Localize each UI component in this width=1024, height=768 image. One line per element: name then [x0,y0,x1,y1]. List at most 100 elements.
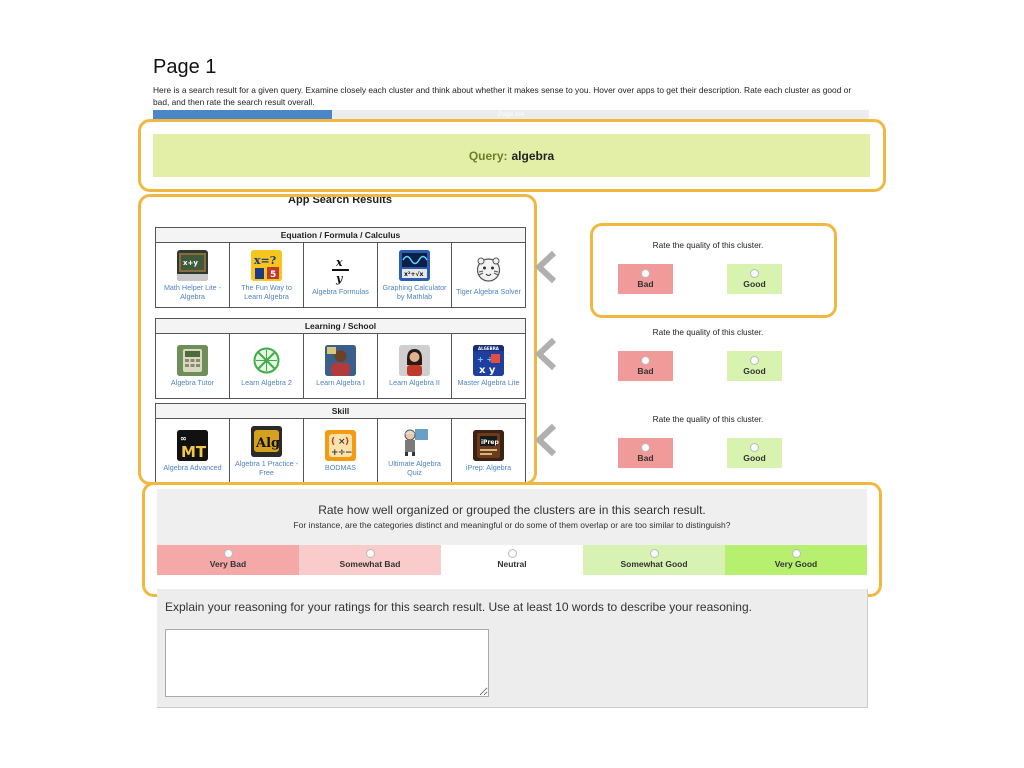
radio-icon[interactable] [365,549,375,558]
chevron-left-icon [534,337,556,371]
mt-logo-icon: ∞ MT [177,430,208,461]
query-value: algebra [511,148,555,163]
app-name[interactable]: Learn Algebra I [314,378,367,387]
app-cell[interactable]: ∞ MT Algebra Advanced [156,419,230,483]
app-name[interactable]: Math Helper Lite - Algebra [156,283,229,301]
app-cell[interactable]: x=? 5 The Fun Way to Learn Algebra [230,243,304,307]
rating-scale: Very Bad Somewhat Bad Neutral Somewhat G… [157,545,867,575]
reasoning-textarea[interactable] [165,629,489,697]
scale-label: Somewhat Good [620,559,688,569]
good-button[interactable]: Good [727,264,782,294]
alg-badge-icon: Alg [251,425,282,457]
app-name[interactable]: Master Algebra Lite [456,378,522,387]
cluster-rating-2: Rate the quality of this cluster. Bad Go… [600,327,830,387]
radio-icon[interactable] [507,549,517,558]
radio-icon[interactable] [223,549,233,558]
overall-rating-panel: Rate how well organized or grouped the c… [157,489,867,575]
cluster-rating-1: Rate the quality of this cluster. Bad Go… [600,240,830,300]
bad-label: Bad [637,366,654,376]
cluster-skill: Skill ∞ MT Algebra Advanced Alg Algebra 1… [155,403,526,484]
svg-text:+ ÷: + ÷ [477,355,493,364]
svg-text:Alg: Alg [255,436,280,451]
bad-button[interactable]: Bad [618,351,673,381]
reasoning-panel: Explain your reasoning for your ratings … [157,589,868,708]
app-cell[interactable]: Ultimate Algebra Quiz [378,419,452,483]
app-cell[interactable]: Learn Algebra 2 [230,334,304,398]
cluster-heading: Skill [156,404,525,419]
overall-rating-subtitle: For instance, are the categories distinc… [293,520,731,530]
scale-label: Neutral [497,559,527,569]
app-cell[interactable]: ALGEBRA + ÷ x y Master Algebra Lite [452,334,525,398]
app-cell[interactable]: x+y Math Helper Lite - Algebra [156,243,230,307]
instructions-text: Here is a search result for a given quer… [153,85,852,107]
chevron-left-icon [534,250,556,284]
app-cell[interactable]: x²+√x Graphing Calculator by Mathlab [378,243,452,307]
scale-option-somewhat-bad[interactable]: Somewhat Bad [299,545,441,575]
radio-icon[interactable] [641,269,650,278]
app-name[interactable]: Tiger Algebra Solver [454,287,523,296]
rating-caption: Rate the quality of this cluster. [652,327,764,337]
tiger-icon [473,254,504,285]
good-label: Good [743,366,766,376]
scale-option-very-bad[interactable]: Very Bad [157,545,299,575]
app-name[interactable]: Graphing Calculator by Mathlab [378,283,451,301]
reasoning-label: Explain your reasoning for your ratings … [165,600,752,614]
progress-bar: Page 1/4 [153,110,869,119]
app-name[interactable]: BODMAS [323,463,358,472]
svg-text:−: − [345,448,353,458]
scale-option-very-good[interactable]: Very Good [725,545,867,575]
cluster-heading: Equation / Formula / Calculus [156,228,525,243]
svg-text:MT: MT [181,443,207,461]
radio-icon[interactable] [750,356,759,365]
app-name[interactable]: Ultimate Algebra Quiz [378,459,451,477]
svg-text:x+y: x+y [183,259,198,267]
svg-text:5: 5 [270,270,276,280]
scale-option-somewhat-good[interactable]: Somewhat Good [583,545,725,575]
book-icon: iPrep [473,430,504,461]
app-name[interactable]: Algebra 1 Practice - Free [230,459,303,477]
app-cell[interactable]: (×) + ÷ − BODMAS [304,419,378,483]
chalkboard-icon: x+y [177,249,208,281]
app-cell[interactable]: iPrep iPrep: Algebra [452,419,525,483]
calculator-icon [177,345,208,376]
good-button[interactable]: Good [727,351,782,381]
app-name[interactable]: Learn Algebra II [387,378,442,387]
app-cell[interactable]: Learn Algebra I [304,334,378,398]
svg-text:(: ( [331,437,335,447]
app-name[interactable]: Learn Algebra 2 [239,378,294,387]
radio-icon[interactable] [641,443,650,452]
svg-text:iPrep: iPrep [481,439,499,446]
app-name[interactable]: Algebra Advanced [161,463,223,472]
bad-button[interactable]: Bad [618,264,673,294]
app-cell[interactable]: xy Algebra Formulas [304,243,378,307]
bad-label: Bad [637,453,654,463]
radio-icon[interactable] [649,549,659,558]
cluster-heading: Learning / School [156,319,525,334]
app-name[interactable]: Algebra Formulas [310,287,371,296]
svg-text:x y: x y [479,365,496,376]
rating-caption: Rate the quality of this cluster. [652,414,764,424]
bad-label: Bad [637,279,654,289]
svg-text:x=?: x=? [254,254,276,267]
radio-icon[interactable] [791,549,801,558]
app-name[interactable]: iPrep: Algebra [464,463,513,472]
app-name[interactable]: Algebra Tutor [169,378,216,387]
good-button[interactable]: Good [727,438,782,468]
good-label: Good [743,453,766,463]
radio-icon[interactable] [641,356,650,365]
good-label: Good [743,279,766,289]
bad-button[interactable]: Bad [618,438,673,468]
scale-option-neutral[interactable]: Neutral [441,545,583,575]
app-cell[interactable]: Algebra Tutor [156,334,230,398]
scale-label: Somewhat Bad [339,559,401,569]
results-title: App Search Results [288,194,392,206]
app-cell[interactable]: Alg Algebra 1 Practice - Free [230,419,304,483]
app-cell[interactable]: Tiger Algebra Solver [452,243,525,307]
radio-icon[interactable] [750,269,759,278]
teacher-photo-icon [399,345,430,376]
radio-icon[interactable] [750,443,759,452]
app-name[interactable]: The Fun Way to Learn Algebra [230,283,303,301]
scale-label: Very Good [774,559,818,569]
app-cell[interactable]: Learn Algebra II [378,334,452,398]
query-label: Query: [468,148,508,163]
